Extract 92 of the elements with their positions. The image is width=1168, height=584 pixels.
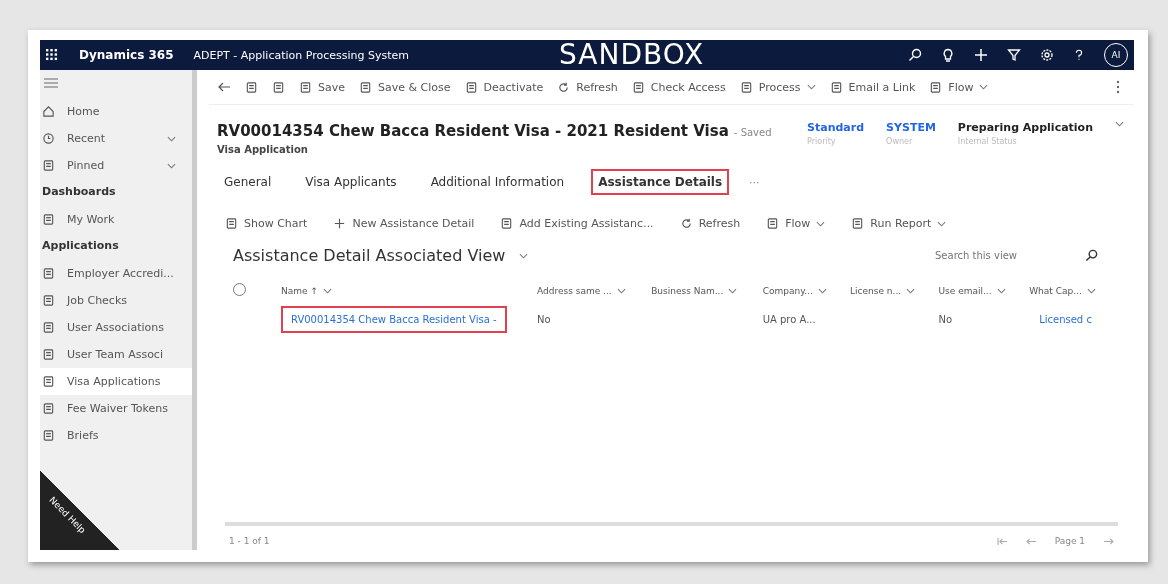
header-field-label: Owner	[886, 137, 914, 146]
header-field-label: Priority	[807, 137, 837, 146]
chevron-down-icon	[1086, 287, 1096, 294]
app-name: Dynamics 365	[79, 48, 174, 62]
command-button[interactable]: Refresh	[557, 80, 618, 94]
page-number: Page 1	[1054, 536, 1085, 546]
plus-icon[interactable]	[974, 48, 988, 62]
grid-command-button[interactable]: New Assistance Detail	[333, 217, 475, 230]
sidebar-item[interactable]: Briefs	[40, 422, 192, 449]
header-field-value: Preparing Application	[957, 121, 1093, 134]
refresh-icon	[679, 217, 693, 230]
chevron-down-icon	[979, 84, 989, 90]
more-tabs-button[interactable]: ···	[749, 175, 760, 189]
chevron-down-icon	[322, 287, 332, 294]
grid-command-button[interactable]: Add Existing Assistanc...	[500, 217, 654, 230]
environment-label: SANDBOX	[559, 40, 705, 70]
filter-icon[interactable]	[1007, 48, 1021, 62]
grid-command-button[interactable]: Show Chart	[225, 217, 308, 230]
grid-command-button[interactable]: Refresh	[679, 217, 741, 230]
sidebar-item[interactable]: Employer Accredi...	[40, 260, 192, 287]
view-selector[interactable]: Assistance Detail Associated View	[233, 246, 506, 265]
sidebar-item[interactable]: User Team Associ	[40, 341, 192, 368]
tab[interactable]: General	[217, 169, 279, 195]
chevron-down-icon	[906, 287, 916, 294]
document-icon	[42, 429, 55, 442]
chevron-down-icon	[937, 220, 947, 227]
table-cell: No	[537, 314, 551, 325]
document-icon	[42, 267, 55, 280]
refresh-icon	[557, 80, 571, 94]
back-arrow-icon[interactable]	[217, 80, 231, 94]
entity-name: Visa Application	[217, 144, 309, 155]
table-cell: UA pro A...	[762, 314, 816, 325]
command-button[interactable]: Process	[739, 80, 816, 94]
column-header[interactable]: Business Nam...	[651, 285, 738, 296]
sidebar-item[interactable]: Fee Waiver Tokens	[40, 395, 192, 422]
lightbulb-icon[interactable]	[941, 48, 955, 62]
sidebar-item[interactable]: Recent	[40, 125, 192, 152]
command-button[interactable]: Email a Link	[829, 80, 916, 94]
header-field-value[interactable]: SYSTEM	[886, 121, 936, 134]
table-cell: No	[938, 314, 953, 325]
column-header[interactable]: License n...	[850, 285, 916, 296]
chevron-down-icon	[1115, 121, 1124, 127]
tab[interactable]: Additional Information	[423, 169, 572, 195]
sidebar-item[interactable]: Pinned	[40, 152, 192, 179]
grid-command-button[interactable]: Run Report	[851, 217, 947, 230]
column-header[interactable]: Company...	[762, 285, 827, 296]
command-button[interactable]: Flow	[929, 80, 989, 94]
help-icon[interactable]	[1073, 48, 1085, 62]
command-button[interactable]: Deactivate	[464, 80, 544, 94]
chevron-down-icon[interactable]	[167, 135, 176, 142]
search-icon[interactable]	[908, 48, 922, 62]
sidebar-item[interactable]: Job Checks	[40, 287, 192, 314]
sidebar-item[interactable]: My Work	[40, 206, 192, 233]
sidebar-heading: Dashboards	[41, 184, 117, 200]
app-launcher-icon[interactable]	[46, 48, 59, 62]
sidebar-item[interactable]: User Associations	[40, 314, 192, 341]
header-field-label: Internal Status	[957, 137, 1018, 146]
plus-icon	[333, 217, 347, 230]
header-field-value[interactable]: Standard	[807, 121, 865, 134]
grid-command-button[interactable]: Flow	[766, 217, 826, 230]
home-icon	[42, 105, 55, 118]
document-icon	[464, 80, 478, 94]
sidebar-heading: Applications	[41, 238, 120, 254]
sidebar-item[interactable]: Visa Applications	[40, 368, 192, 395]
chevron-down-icon	[816, 220, 826, 227]
command-button[interactable]: Save	[299, 80, 345, 94]
column-header[interactable]: Address same ...	[537, 285, 626, 296]
tab[interactable]: Assistance Details	[591, 169, 730, 195]
chevron-down-icon	[616, 287, 626, 294]
record-count: 1 - 1 of 1	[229, 536, 270, 546]
sidebar-item[interactable]: Home	[40, 98, 192, 125]
more-options-icon[interactable]	[1116, 80, 1120, 94]
command-button[interactable]: Check Access	[631, 80, 726, 94]
command-button[interactable]: Save & Close	[359, 80, 451, 94]
lookup-link[interactable]: Licensed c	[1029, 306, 1102, 333]
save-status: - Saved	[733, 127, 772, 138]
column-header[interactable]: Name ↑	[281, 285, 332, 296]
chevron-down-icon	[728, 287, 738, 294]
clock-icon	[42, 132, 55, 145]
chevron-down-icon	[996, 287, 1006, 294]
search-icon[interactable]	[1085, 249, 1098, 262]
column-header[interactable]: Use email...	[938, 285, 1006, 296]
settings-icon[interactable]	[1040, 48, 1054, 62]
column-header[interactable]: What Cap...	[1029, 285, 1096, 296]
chevron-down-icon[interactable]	[167, 162, 176, 169]
tab[interactable]: Visa Applicants	[298, 169, 404, 195]
record-link[interactable]: RV00014354 Chew Bacca Resident Visa -	[281, 306, 507, 333]
chevron-down-icon	[519, 252, 529, 259]
chevron-down-icon	[806, 84, 816, 90]
system-name: ADEPT - Application Processing System	[193, 48, 409, 62]
chevron-down-icon	[817, 287, 827, 294]
record-title: RV00014354 Chew Bacca Resident Visa - 2021 Resident Visa	[217, 122, 729, 140]
